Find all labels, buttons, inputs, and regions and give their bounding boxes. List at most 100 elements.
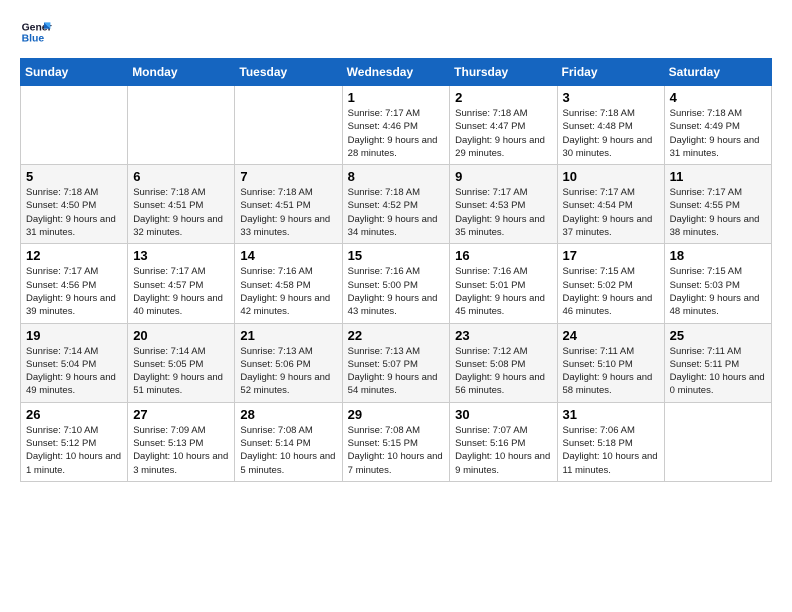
week-row-4: 19 Sunrise: 7:14 AMSunset: 5:04 PMDayligh… bbox=[21, 323, 772, 402]
calendar-cell: 6Sunrise: 7:18 AMSunset: 4:51 PMDaylight… bbox=[128, 165, 235, 244]
calendar-cell: 22Sunrise: 7:13 AMSunset: 5:07 PMDayligh… bbox=[342, 323, 450, 402]
day-info: Sunrise: 7:16 AMSunset: 5:01 PMDaylight:… bbox=[455, 265, 551, 318]
calendar-cell: 30 Sunrise: 7:07 AMSunset: 5:16 PMDayligh… bbox=[450, 402, 557, 481]
day-number: 17 bbox=[563, 248, 659, 263]
calendar-cell: 10Sunrise: 7:17 AMSunset: 4:54 PMDayligh… bbox=[557, 165, 664, 244]
week-row-2: 5 Sunrise: 7:18 AMSunset: 4:50 PMDaylight… bbox=[21, 165, 772, 244]
day-number: 12 bbox=[26, 248, 122, 263]
calendar-cell: 9 Sunrise: 7:17 AMSunset: 4:53 PMDaylight… bbox=[450, 165, 557, 244]
calendar-cell: 21 Sunrise: 7:13 AMSunset: 5:06 PMDayligh… bbox=[235, 323, 342, 402]
day-info: Sunrise: 7:15 AMSunset: 5:02 PMDaylight:… bbox=[563, 265, 659, 318]
day-info: Sunrise: 7:18 AMSunset: 4:47 PMDaylight:… bbox=[455, 107, 551, 160]
week-row-5: 26 Sunrise: 7:10 AMSunset: 5:12 PMDayligh… bbox=[21, 402, 772, 481]
calendar-cell: 24Sunrise: 7:11 AMSunset: 5:10 PMDayligh… bbox=[557, 323, 664, 402]
day-number: 1 bbox=[348, 90, 445, 105]
day-info: Sunrise: 7:17 AMSunset: 4:55 PMDaylight:… bbox=[670, 186, 766, 239]
day-info: Sunrise: 7:11 AMSunset: 5:11 PMDaylight:… bbox=[670, 345, 766, 398]
day-info: Sunrise: 7:17 AMSunset: 4:53 PMDaylight:… bbox=[455, 186, 551, 239]
logo-icon: General Blue bbox=[20, 16, 52, 48]
calendar-cell: 1Sunrise: 7:17 AMSunset: 4:46 PMDaylight… bbox=[342, 86, 450, 165]
day-number: 19 bbox=[26, 328, 122, 343]
logo: General Blue bbox=[20, 16, 52, 48]
weekday-header-wednesday: Wednesday bbox=[342, 59, 450, 86]
day-number: 30 bbox=[455, 407, 551, 422]
calendar-cell: 14 Sunrise: 7:16 AMSunset: 4:58 PMDayligh… bbox=[235, 244, 342, 323]
day-number: 27 bbox=[133, 407, 229, 422]
calendar-cell: 12Sunrise: 7:17 AMSunset: 4:56 PMDayligh… bbox=[21, 244, 128, 323]
day-number: 22 bbox=[348, 328, 445, 343]
header: General Blue bbox=[20, 16, 772, 48]
calendar-cell: 8 Sunrise: 7:18 AMSunset: 4:52 PMDaylight… bbox=[342, 165, 450, 244]
day-info: Sunrise: 7:10 AMSunset: 5:12 PMDaylight:… bbox=[26, 424, 122, 477]
day-number: 14 bbox=[240, 248, 336, 263]
day-info: Sunrise: 7:07 AMSunset: 5:16 PMDaylight:… bbox=[455, 424, 551, 477]
day-number: 26 bbox=[26, 407, 122, 422]
day-number: 4 bbox=[670, 90, 766, 105]
calendar-cell: 19 Sunrise: 7:14 AMSunset: 5:04 PMDayligh… bbox=[21, 323, 128, 402]
day-number: 11 bbox=[670, 169, 766, 184]
calendar-cell: 27 Sunrise: 7:09 AMSunset: 5:13 PMDayligh… bbox=[128, 402, 235, 481]
calendar-cell: 7 Sunrise: 7:18 AMSunset: 4:51 PMDaylight… bbox=[235, 165, 342, 244]
day-info: Sunrise: 7:15 AMSunset: 5:03 PMDaylight:… bbox=[670, 265, 766, 318]
calendar-cell: 28 Sunrise: 7:08 AMSunset: 5:14 PMDayligh… bbox=[235, 402, 342, 481]
day-number: 9 bbox=[455, 169, 551, 184]
day-info: Sunrise: 7:13 AMSunset: 5:06 PMDaylight:… bbox=[240, 345, 336, 398]
calendar-cell: 23 Sunrise: 7:12 AMSunset: 5:08 PMDayligh… bbox=[450, 323, 557, 402]
weekday-header-friday: Friday bbox=[557, 59, 664, 86]
svg-text:Blue: Blue bbox=[22, 34, 45, 45]
day-number: 6 bbox=[133, 169, 229, 184]
calendar-cell: 4 Sunrise: 7:18 AMSunset: 4:49 PMDaylight… bbox=[664, 86, 771, 165]
day-number: 16 bbox=[455, 248, 551, 263]
day-info: Sunrise: 7:17 AMSunset: 4:54 PMDaylight:… bbox=[563, 186, 659, 239]
day-number: 28 bbox=[240, 407, 336, 422]
calendar: SundayMondayTuesdayWednesdayThursdayFrid… bbox=[20, 58, 772, 482]
day-info: Sunrise: 7:16 AMSunset: 4:58 PMDaylight:… bbox=[240, 265, 336, 318]
day-number: 13 bbox=[133, 248, 229, 263]
calendar-cell: 5 Sunrise: 7:18 AMSunset: 4:50 PMDaylight… bbox=[21, 165, 128, 244]
week-row-3: 12Sunrise: 7:17 AMSunset: 4:56 PMDayligh… bbox=[21, 244, 772, 323]
day-number: 29 bbox=[348, 407, 445, 422]
day-number: 3 bbox=[563, 90, 659, 105]
day-info: Sunrise: 7:12 AMSunset: 5:08 PMDaylight:… bbox=[455, 345, 551, 398]
weekday-header-tuesday: Tuesday bbox=[235, 59, 342, 86]
calendar-cell: 31 Sunrise: 7:06 AMSunset: 5:18 PMDayligh… bbox=[557, 402, 664, 481]
day-number: 5 bbox=[26, 169, 122, 184]
calendar-cell: 20 Sunrise: 7:14 AMSunset: 5:05 PMDayligh… bbox=[128, 323, 235, 402]
day-info: Sunrise: 7:18 AMSunset: 4:48 PMDaylight:… bbox=[563, 107, 659, 160]
day-number: 18 bbox=[670, 248, 766, 263]
day-number: 25 bbox=[670, 328, 766, 343]
day-info: Sunrise: 7:18 AMSunset: 4:49 PMDaylight:… bbox=[670, 107, 766, 160]
day-number: 15 bbox=[348, 248, 445, 263]
day-info: Sunrise: 7:17 AMSunset: 4:57 PMDaylight:… bbox=[133, 265, 229, 318]
calendar-cell: 2 Sunrise: 7:18 AMSunset: 4:47 PMDaylight… bbox=[450, 86, 557, 165]
calendar-cell: 29Sunrise: 7:08 AMSunset: 5:15 PMDayligh… bbox=[342, 402, 450, 481]
calendar-cell: 3 Sunrise: 7:18 AMSunset: 4:48 PMDaylight… bbox=[557, 86, 664, 165]
calendar-cell: 13 Sunrise: 7:17 AMSunset: 4:57 PMDayligh… bbox=[128, 244, 235, 323]
weekday-header-sunday: Sunday bbox=[21, 59, 128, 86]
calendar-cell: 11 Sunrise: 7:17 AMSunset: 4:55 PMDayligh… bbox=[664, 165, 771, 244]
day-info: Sunrise: 7:09 AMSunset: 5:13 PMDaylight:… bbox=[133, 424, 229, 477]
calendar-cell: 25 Sunrise: 7:11 AMSunset: 5:11 PMDayligh… bbox=[664, 323, 771, 402]
day-info: Sunrise: 7:14 AMSunset: 5:05 PMDaylight:… bbox=[133, 345, 229, 398]
day-number: 23 bbox=[455, 328, 551, 343]
calendar-cell: 17 Sunrise: 7:15 AMSunset: 5:02 PMDayligh… bbox=[557, 244, 664, 323]
day-number: 2 bbox=[455, 90, 551, 105]
day-info: Sunrise: 7:11 AMSunset: 5:10 PMDaylight:… bbox=[563, 345, 659, 398]
calendar-cell: 15Sunrise: 7:16 AMSunset: 5:00 PMDayligh… bbox=[342, 244, 450, 323]
week-row-1: 1Sunrise: 7:17 AMSunset: 4:46 PMDaylight… bbox=[21, 86, 772, 165]
day-info: Sunrise: 7:18 AMSunset: 4:51 PMDaylight:… bbox=[240, 186, 336, 239]
day-number: 8 bbox=[348, 169, 445, 184]
day-number: 7 bbox=[240, 169, 336, 184]
day-info: Sunrise: 7:18 AMSunset: 4:52 PMDaylight:… bbox=[348, 186, 445, 239]
day-info: Sunrise: 7:06 AMSunset: 5:18 PMDaylight:… bbox=[563, 424, 659, 477]
day-number: 21 bbox=[240, 328, 336, 343]
day-info: Sunrise: 7:18 AMSunset: 4:50 PMDaylight:… bbox=[26, 186, 122, 239]
day-info: Sunrise: 7:08 AMSunset: 5:14 PMDaylight:… bbox=[240, 424, 336, 477]
weekday-header-monday: Monday bbox=[128, 59, 235, 86]
calendar-cell bbox=[21, 86, 128, 165]
day-number: 31 bbox=[563, 407, 659, 422]
day-info: Sunrise: 7:14 AMSunset: 5:04 PMDaylight:… bbox=[26, 345, 122, 398]
calendar-cell: 16 Sunrise: 7:16 AMSunset: 5:01 PMDayligh… bbox=[450, 244, 557, 323]
day-number: 20 bbox=[133, 328, 229, 343]
calendar-cell bbox=[664, 402, 771, 481]
